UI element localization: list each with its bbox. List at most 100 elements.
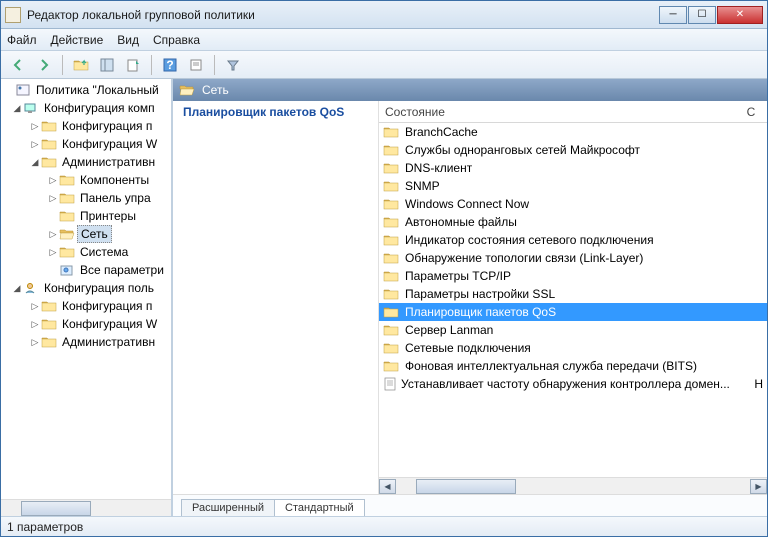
- tree-pane: ▶Политика "Локальный ◢Конфигурация комп …: [1, 79, 173, 516]
- policy-tree[interactable]: ▶Политика "Локальный ◢Конфигурация комп …: [1, 79, 171, 499]
- menu-file[interactable]: Файл: [7, 33, 37, 47]
- folder-icon: [383, 360, 399, 372]
- back-button[interactable]: [7, 54, 29, 76]
- list-area: Планировщик пакетов QoS Состояние С Bran…: [173, 101, 767, 494]
- properties-button[interactable]: [185, 54, 207, 76]
- scroll-right-button[interactable]: ▶: [750, 479, 767, 494]
- list-item[interactable]: Сетевые подключения: [379, 339, 767, 357]
- list-item-label: Индикатор состояния сетевого подключения: [405, 233, 654, 247]
- folder-icon: [59, 210, 75, 222]
- show-hide-tree-button[interactable]: [96, 54, 118, 76]
- list-item-label: Устанавливает частоту обнаружения контро…: [401, 377, 730, 391]
- list-item-label: Службы одноранговых сетей Майкрософт: [405, 143, 640, 157]
- view-tabs: Расширенный Стандартный: [173, 494, 767, 516]
- folder-icon: [41, 138, 57, 150]
- list-item[interactable]: Параметры настройки SSL: [379, 285, 767, 303]
- folder-icon: [383, 288, 399, 300]
- list-item[interactable]: Планировщик пакетов QoS: [379, 303, 767, 321]
- list-item[interactable]: Индикатор состояния сетевого подключения: [379, 231, 767, 249]
- tree-admin-templates[interactable]: ◢Административн: [1, 153, 171, 171]
- tree-user-config[interactable]: ◢Конфигурация поль: [1, 279, 171, 297]
- minimize-button[interactable]: ─: [659, 6, 687, 24]
- filter-button[interactable]: [222, 54, 244, 76]
- tree-windows-config-user[interactable]: ▷Конфигурация W: [1, 315, 171, 333]
- up-button[interactable]: [70, 54, 92, 76]
- list-item-label: Сервер Lanman: [405, 323, 493, 337]
- folder-icon: [59, 192, 75, 204]
- items-list[interactable]: BranchCache Службы одноранговых сетей Май…: [379, 123, 767, 477]
- forward-button[interactable]: [33, 54, 55, 76]
- menu-action[interactable]: Действие: [51, 33, 104, 47]
- tree-control-panel[interactable]: ▷Панель упра: [1, 189, 171, 207]
- tree-admin-templates-user[interactable]: ▷Административн: [1, 333, 171, 351]
- help-toolbar-button[interactable]: ?: [159, 54, 181, 76]
- tab-extended[interactable]: Расширенный: [181, 499, 274, 516]
- folder-icon: [383, 216, 399, 228]
- menu-bar: Файл Действие Вид Справка: [1, 29, 767, 51]
- tree-computer-config[interactable]: ◢Конфигурация комп: [1, 99, 171, 117]
- tree-all-settings[interactable]: ▷Все параметри: [1, 261, 171, 279]
- app-window: Редактор локальной групповой политики ─ …: [0, 0, 768, 537]
- tree-software-config-user[interactable]: ▷Конфигурация п: [1, 297, 171, 315]
- list-item[interactable]: SNMP: [379, 177, 767, 195]
- menu-view[interactable]: Вид: [117, 33, 139, 47]
- folder-icon: [383, 162, 399, 174]
- close-button[interactable]: ✕: [717, 6, 763, 24]
- list-item[interactable]: DNS-клиент: [379, 159, 767, 177]
- user-icon: [23, 282, 39, 294]
- folder-open-icon: [59, 228, 75, 240]
- toolbar-separator: [62, 55, 63, 75]
- menu-help[interactable]: Справка: [153, 33, 200, 47]
- folder-icon: [383, 270, 399, 282]
- folder-icon: [383, 126, 399, 138]
- list-item[interactable]: Автономные файлы: [379, 213, 767, 231]
- toolbar: ?: [1, 51, 767, 79]
- list-item[interactable]: Сервер Lanman: [379, 321, 767, 339]
- policy-icon: [15, 84, 31, 96]
- folder-icon: [41, 318, 57, 330]
- tree-windows-config[interactable]: ▷Конфигурация W: [1, 135, 171, 153]
- toolbar-separator: [214, 55, 215, 75]
- scroll-left-button[interactable]: ◀: [379, 479, 396, 494]
- list-item[interactable]: Параметры TCP/IP: [379, 267, 767, 285]
- tree-root[interactable]: ▶Политика "Локальный: [1, 81, 171, 99]
- tab-standard[interactable]: Стандартный: [274, 499, 365, 516]
- column-state[interactable]: Состояние: [385, 105, 445, 119]
- tree-components[interactable]: ▷Компоненты: [1, 171, 171, 189]
- folder-icon: [41, 120, 57, 132]
- folder-icon: [383, 144, 399, 156]
- svg-text:?: ?: [166, 58, 173, 72]
- list-item[interactable]: Устанавливает частоту обнаружения контро…: [379, 375, 767, 393]
- title-bar[interactable]: Редактор локальной групповой политики ─ …: [1, 1, 767, 29]
- tree-scrollbar-horizontal[interactable]: [1, 499, 171, 516]
- list-item[interactable]: Обнаружение топологии связи (Link-Layer): [379, 249, 767, 267]
- breadcrumb-bar: Сеть: [173, 79, 767, 101]
- list-item-label: Фоновая интеллектуальная служба передачи…: [405, 359, 697, 373]
- items-column: Состояние С BranchCache Службы однорангов…: [379, 101, 767, 494]
- tree-system[interactable]: ▷Система: [1, 243, 171, 261]
- content-area: ▶Политика "Локальный ◢Конфигурация комп …: [1, 79, 767, 516]
- scrollbar-track[interactable]: [396, 478, 750, 494]
- maximize-button[interactable]: ☐: [688, 6, 716, 24]
- tree-printers[interactable]: ▷Принтеры: [1, 207, 171, 225]
- list-item[interactable]: Службы одноранговых сетей Майкрософт: [379, 141, 767, 159]
- tree-software-config[interactable]: ▷Конфигурация п: [1, 117, 171, 135]
- list-item[interactable]: Windows Connect Now: [379, 195, 767, 213]
- selected-item-title: Планировщик пакетов QoS: [183, 105, 368, 119]
- list-item-label: Обнаружение топологии связи (Link-Layer): [405, 251, 643, 265]
- tree-network[interactable]: ▷Сеть: [1, 225, 171, 243]
- column-header[interactable]: Состояние С: [379, 101, 767, 123]
- breadcrumb-label: Сеть: [202, 83, 229, 97]
- list-scrollbar-horizontal[interactable]: ◀ ▶: [379, 477, 767, 494]
- folder-icon: [383, 234, 399, 246]
- folder-icon: [383, 324, 399, 336]
- scrollbar-thumb[interactable]: [21, 501, 91, 516]
- list-item[interactable]: BranchCache: [379, 123, 767, 141]
- column-c2[interactable]: С: [741, 105, 761, 119]
- settings-icon: [59, 264, 75, 276]
- folder-icon: [383, 342, 399, 354]
- scrollbar-thumb[interactable]: [416, 479, 516, 494]
- main-pane: Сеть Планировщик пакетов QoS Состояние С…: [173, 79, 767, 516]
- export-button[interactable]: [122, 54, 144, 76]
- list-item[interactable]: Фоновая интеллектуальная служба передачи…: [379, 357, 767, 375]
